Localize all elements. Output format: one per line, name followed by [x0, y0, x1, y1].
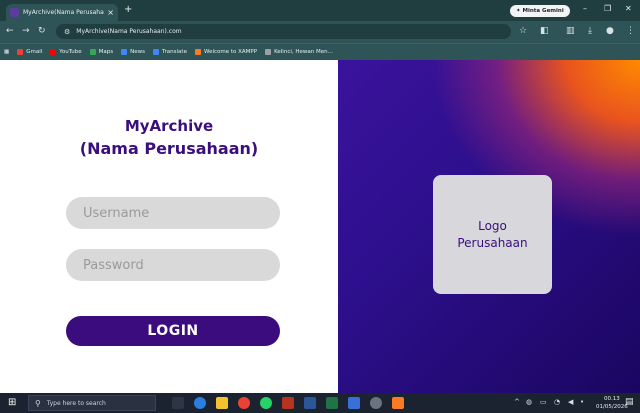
sidepanel-icon[interactable]: ▥: [566, 26, 575, 36]
settings-icon[interactable]: [370, 397, 382, 409]
tray-network-icon[interactable]: ◍: [526, 398, 532, 407]
taskbar-search-placeholder: Type here to search: [46, 399, 106, 407]
address-bar[interactable]: ⚙ MyArchive(Nama Perusahaan).com: [56, 24, 511, 39]
tray-battery-icon[interactable]: ▭: [540, 398, 547, 407]
menu-dots-icon[interactable]: ⋮: [626, 26, 635, 36]
gmail-icon: [17, 49, 24, 55]
notification-icon[interactable]: ▤: [625, 397, 634, 407]
bookmark-xampp[interactable]: Welcome to XAMPP: [194, 49, 258, 55]
bookmark-gmail[interactable]: Gmail: [17, 49, 42, 55]
translate-icon: [152, 49, 159, 55]
bookmark-label: Translate: [161, 49, 187, 55]
page-icon: [265, 49, 272, 55]
bookmark-label: Maps: [98, 49, 114, 55]
chrome-icon[interactable]: [238, 397, 250, 409]
minimize-button[interactable]: –: [583, 4, 587, 13]
company-logo-placeholder: Logo Perusahaan: [433, 175, 552, 294]
search-icon: ⚲: [35, 398, 41, 408]
url-text: MyArchive(Nama Perusahaan).com: [76, 28, 182, 35]
word-icon[interactable]: [304, 397, 316, 409]
bookmarks-bar: ▦ Gmail YouTube Maps News Translate Welc…: [0, 43, 640, 60]
brand-title: MyArchive (Nama Perusahaan): [0, 115, 338, 161]
close-window-button[interactable]: ✕: [625, 4, 632, 13]
app-icon[interactable]: [348, 397, 360, 409]
logo-text-line1: Logo: [478, 218, 507, 233]
youtube-icon: [50, 49, 57, 55]
brand-title-line1: MyArchive: [124, 117, 214, 135]
login-button[interactable]: LOGIN: [66, 316, 280, 346]
bookmark-label: Gmail: [26, 49, 43, 55]
xampp-taskbar-icon[interactable]: [392, 397, 404, 409]
forward-arrow-icon[interactable]: →: [22, 26, 30, 36]
clock-date: 01/05/2026: [596, 404, 628, 410]
bookmark-translate[interactable]: Translate: [152, 49, 187, 55]
brand-title-line2: (Nama Perusahaan): [79, 139, 259, 158]
bookmark-star-icon[interactable]: ☆: [519, 26, 527, 36]
illustrator-icon[interactable]: [282, 397, 294, 409]
tab-close-icon[interactable]: ×: [107, 8, 114, 17]
edge-icon[interactable]: [194, 397, 206, 409]
bookmark-label: Welcome to XAMPP: [203, 49, 258, 55]
file-explorer-icon[interactable]: [216, 397, 228, 409]
maps-icon: [89, 49, 96, 55]
bookmark-news[interactable]: News: [121, 49, 145, 55]
bookmark-youtube[interactable]: YouTube: [50, 49, 82, 55]
windows-start-icon[interactable]: ⊞: [8, 398, 16, 408]
bookmark-maps[interactable]: Maps: [89, 49, 114, 55]
site-info-icon[interactable]: ⚙: [64, 28, 70, 36]
gemini-label: ✦ Minta Gemini: [516, 8, 564, 14]
download-icon[interactable]: ⤓: [588, 26, 592, 36]
apps-grid-icon[interactable]: ▦: [4, 49, 9, 55]
tab-title: MyArchive(Nama Perusahaan): [23, 9, 104, 16]
new-tab-button[interactable]: +: [124, 4, 132, 16]
clock-time: 00.13: [603, 396, 620, 402]
tray-wifi-icon[interactable]: ◔: [554, 398, 560, 407]
browser-toolbar: ← → ↻ ⚙ MyArchive(Nama Perusahaan).com ☆…: [0, 21, 640, 43]
extensions-icon[interactable]: ◧: [540, 26, 549, 36]
reload-icon[interactable]: ↻: [38, 26, 46, 36]
username-input[interactable]: [66, 197, 280, 229]
restore-button[interactable]: ❐: [604, 4, 611, 13]
bookmark-label: News: [130, 49, 145, 55]
tray-language-icon[interactable]: •: [580, 398, 584, 407]
back-arrow-icon[interactable]: ←: [6, 26, 14, 36]
tab-favicon-icon: [10, 8, 19, 17]
windows-taskbar: ⊞ ⚲ Type here to search ^ ◍ ▭ ◔ ◀ • 00.1…: [0, 393, 640, 413]
tray-volume-icon[interactable]: ◀: [568, 398, 573, 407]
gemini-button[interactable]: ✦ Minta Gemini: [510, 5, 570, 17]
bookmark-label: YouTube: [59, 49, 82, 55]
whatsapp-icon[interactable]: [260, 397, 272, 409]
xampp-icon: [194, 49, 201, 55]
task-view-icon[interactable]: [172, 397, 184, 409]
logo-text-line2: Perusahaan: [457, 235, 528, 250]
news-icon: [121, 49, 128, 55]
profile-avatar-icon[interactable]: ●: [606, 26, 614, 36]
taskbar-clock[interactable]: 00.13 01/05/2026: [596, 395, 628, 411]
excel-icon[interactable]: [326, 397, 338, 409]
tray-chevron-icon[interactable]: ^: [514, 398, 520, 407]
password-input[interactable]: [66, 249, 280, 281]
taskbar-search[interactable]: ⚲ Type here to search: [28, 395, 156, 411]
bookmark-label: Kelinci, Hewan Men...: [274, 49, 333, 55]
browser-tab-bar: MyArchive(Nama Perusahaan) × + ✦ Minta G…: [0, 0, 640, 21]
browser-tab[interactable]: MyArchive(Nama Perusahaan) ×: [6, 4, 118, 21]
bookmark-kelinci[interactable]: Kelinci, Hewan Men...: [265, 49, 333, 55]
